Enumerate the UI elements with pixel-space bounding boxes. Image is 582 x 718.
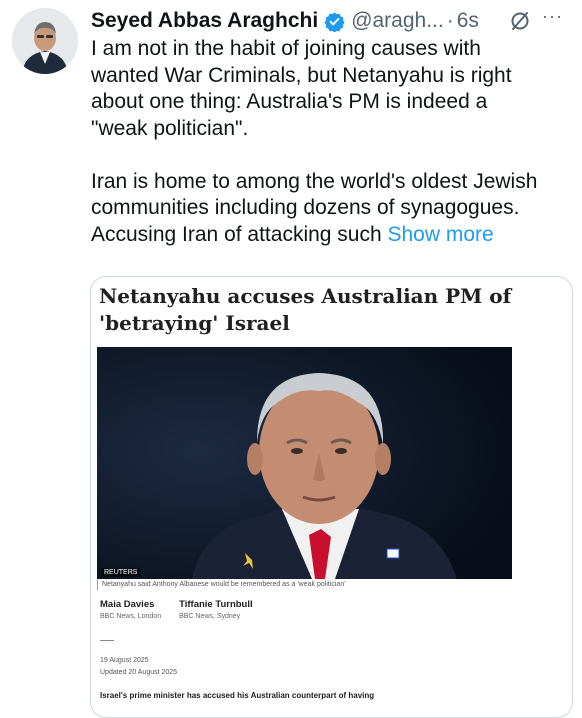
tweet-line: "weak politician". <box>91 116 249 140</box>
headline-line: 'betraying' Israel <box>99 311 290 335</box>
tweet-body: I am not in the habit of joining causes … <box>91 36 571 248</box>
more-options-icon[interactable]: ··· <box>542 6 563 27</box>
tweet-line: I am not in the habit of joining causes … <box>91 37 481 60</box>
tweet-header: Seyed Abbas Araghchi @aragh... · 6s <box>91 4 571 38</box>
tweet-line: wanted War Criminals, but Netanyahu is r… <box>91 63 512 87</box>
headline-line: Netanyahu accuses Australian PM of <box>99 284 512 308</box>
author-handle[interactable]: @aragh... <box>351 9 444 33</box>
article-photo: REUTERS <box>97 347 512 579</box>
netanyahu-photo-image <box>97 347 512 579</box>
article-author-org: BBC News, London <box>100 613 162 620</box>
photo-credit: REUTERS <box>101 568 141 577</box>
photo-caption: Netanyahu said Anthony Albanese would be… <box>102 581 346 588</box>
article-lede: Israel's prime minister has accused his … <box>100 691 375 700</box>
tweet-timestamp[interactable]: 6s <box>457 9 479 33</box>
updated-date: Updated 20 August 2025 <box>100 669 178 676</box>
grok-icon[interactable] <box>508 9 532 33</box>
verified-badge-icon <box>324 11 345 32</box>
tweet-line: Accusing Iran of attacking such Show mor… <box>91 222 571 249</box>
avatar-portrait-icon <box>12 8 78 74</box>
tweet-line: about one thing: Australia's PM is indee… <box>91 90 488 113</box>
header-separator: · <box>446 9 454 32</box>
article-authors: Maia Davies BBC News, London Tiffanie Tu… <box>100 599 253 620</box>
article-author-org: BBC News, Sydney <box>179 613 241 620</box>
divider <box>100 640 114 641</box>
article-screenshot-card[interactable]: Netanyahu accuses Australian PM of 'betr… <box>90 276 573 718</box>
article-author-name: Maia Davies <box>100 599 155 610</box>
article-headline: Netanyahu accuses Australian PM of 'betr… <box>99 283 559 337</box>
author-name[interactable]: Seyed Abbas Araghchi <box>91 9 318 33</box>
author-block: Maia Davies BBC News, London <box>100 599 161 620</box>
tweet-line: Iran is home to among the world's oldest… <box>91 169 538 193</box>
show-more-link[interactable]: Show more <box>388 223 494 246</box>
author-avatar[interactable] <box>12 8 78 74</box>
published-date: 19 August 2025 <box>100 657 149 664</box>
tweet-line-text: Accusing Iran of attacking such <box>91 222 388 246</box>
tweet-line: communities including dozens of synagogu… <box>91 196 520 219</box>
author-block: Tiffanie Turnbull BBC News, Sydney <box>179 599 253 620</box>
article-author-name: Tiffanie Turnbull <box>179 599 253 610</box>
caption-bar <box>97 580 98 590</box>
